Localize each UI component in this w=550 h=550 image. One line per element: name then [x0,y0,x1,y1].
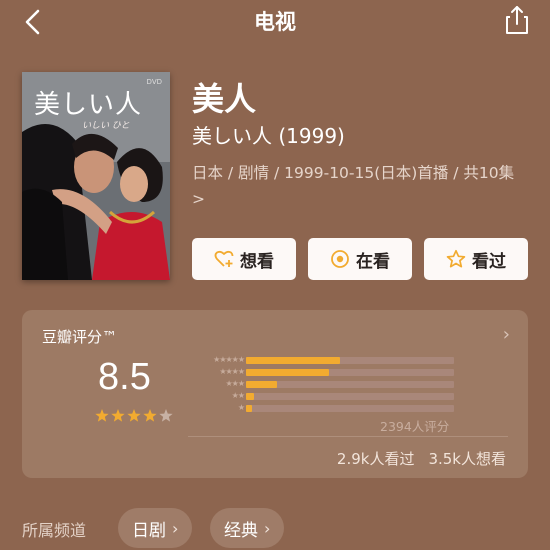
chevron-right-icon: › [172,518,179,538]
star-icon [159,409,173,422]
star-icon [127,409,141,422]
channel-tag-classic[interactable]: 经典 › [210,508,285,548]
chevron-right-icon: › [264,518,271,538]
poster-image[interactable]: 美しい人 いしい ひと DVD [22,72,170,280]
dist-row-2: ★★ [188,391,458,401]
watch-stats: 2.9k人看过 3.5k人想看 [323,448,506,469]
watching-label: 在看 [356,251,390,272]
dist-row-3: ★★★ [188,379,458,389]
rating-score: 8.5 [98,356,151,398]
divider [188,436,508,437]
channel-tag-jdrama[interactable]: 日剧 › [118,508,193,548]
poster-subtitle-text: いしい ひと [82,121,130,131]
dist-stars-1: ★ [237,403,245,412]
dist-track [246,357,454,364]
action-buttons: 想看 在看 看过 [192,238,528,280]
dist-stars-2: ★★ [231,391,245,400]
rating-card[interactable]: 豆瓣评分™ › 8.5 ★★★★★ ★★★★ ★★★ ★★ ★ 2394人评分 … [22,310,528,478]
dist-row-1: ★ [188,403,458,413]
rating-distribution: ★★★★★ ★★★★ ★★★ ★★ ★ [188,355,458,418]
dist-bar-3 [246,381,278,388]
movie-meta[interactable]: 日本 / 剧情 / 1999-10-15(日本)首播 / 共10集 > [192,160,522,212]
score-stars [95,409,173,422]
watching-icon [331,250,349,268]
dist-track [246,369,454,376]
rating-count: 2394人评分 [380,419,450,434]
channels-section: 所属频道 日剧 › 经典 › [22,508,528,548]
rating-title: 豆瓣评分™ [42,328,118,346]
dist-bar-4 [246,369,330,376]
poster-title-text: 美しい人 [34,90,143,120]
movie-title: 美人 [192,80,257,118]
watched-label: 看过 [472,251,506,272]
dist-bar-2 [246,393,255,400]
dist-row-4: ★★★★ [188,367,458,377]
watched-count[interactable]: 2.9k人看过 [337,450,415,468]
dist-track [246,405,454,412]
dist-stars-5: ★★★★★ [213,355,245,364]
want-to-watch-label: 想看 [240,251,274,272]
channel-tag-label: 日剧 [132,520,166,541]
want-to-watch-button[interactable]: 想看 [192,238,296,280]
star-outline-icon [446,249,466,268]
heart-plus-icon [214,250,234,267]
page-title: 电视 [254,10,296,34]
dist-stars-4: ★★★★ [219,367,245,376]
dist-track [246,381,454,388]
top-nav: 电视 [0,0,550,44]
star-icon [143,409,157,422]
chevron-right-icon[interactable]: › [503,324,510,345]
channel-tag-label: 经典 [224,520,258,541]
star-icon [95,409,109,422]
channels-label: 所属频道 [22,521,87,540]
share-icon[interactable] [504,4,530,36]
dist-track [246,393,454,400]
want-count[interactable]: 3.5k人想看 [428,450,506,468]
star-icon [111,409,125,422]
watched-button[interactable]: 看过 [424,238,528,280]
dist-stars-3: ★★★ [225,379,244,388]
dist-bar-1 [246,405,253,412]
dist-row-5: ★★★★★ [188,355,458,365]
dist-bar-5 [246,357,340,364]
dvd-badge: DVD [146,78,162,86]
watching-button[interactable]: 在看 [308,238,412,280]
original-title: 美しい人 (1999) [192,124,345,148]
